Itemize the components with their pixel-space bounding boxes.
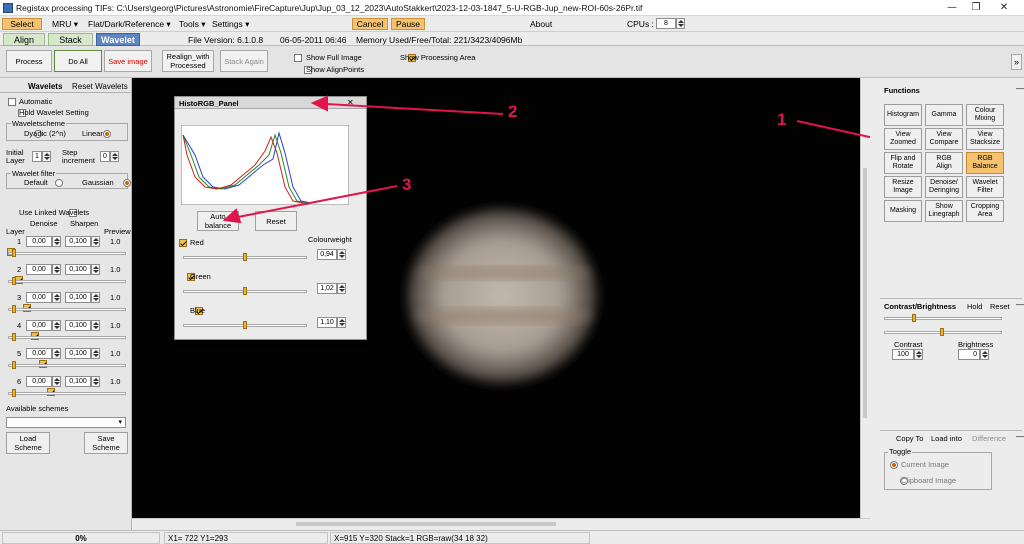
load-into-button[interactable]: Load into xyxy=(931,434,962,443)
progress-bar: 0% xyxy=(2,532,160,544)
clipboard-image-label: Clipboard Image xyxy=(901,476,957,485)
copy-to-button[interactable]: Copy To xyxy=(896,434,923,443)
contrast-input[interactable]: 100 xyxy=(892,349,914,360)
contrast-slider-thumb[interactable] xyxy=(912,314,916,322)
function-denoise-deringing-button[interactable]: Denoise/ Deringing xyxy=(925,176,963,198)
copyto-collapse-icon[interactable]: — xyxy=(1016,432,1024,441)
arrow-3-line xyxy=(237,185,398,218)
annotation-number-3: 3 xyxy=(402,175,412,194)
progress-text: 0% xyxy=(75,534,87,543)
functions-title: Functions xyxy=(884,86,920,95)
function-colour-mixing-button[interactable]: Colour Mixing xyxy=(966,104,1004,126)
contrast-spinner[interactable] xyxy=(914,349,923,360)
function-view-zoomed-button[interactable]: View Zoomed xyxy=(884,128,922,150)
divider xyxy=(880,430,1022,431)
function-view-stacksize-button[interactable]: View Stacksize xyxy=(966,128,1004,150)
current-image-radio[interactable] xyxy=(890,461,898,469)
function-rgb-align-button[interactable]: RGB Align xyxy=(925,152,963,174)
pixel-info: X=915 Y=320 Stack=1 RGB=raw(34 18 32) xyxy=(330,532,590,544)
brightness-label: Brightness xyxy=(958,340,994,349)
function-wavelet-filter-button[interactable]: Wavelet Filter xyxy=(966,176,1004,198)
function-view-compare-button[interactable]: View Compare xyxy=(925,128,963,150)
contrast-collapse-icon[interactable]: — xyxy=(1016,300,1024,309)
function-flip-and-rotate-button[interactable]: Flip and Rotate xyxy=(884,152,922,174)
cursor-coordinates: X1= 722 Y1=293 xyxy=(164,532,328,544)
difference-button[interactable]: Difference xyxy=(972,434,1006,443)
contrast-hold-button[interactable]: Hold xyxy=(967,302,982,311)
brightness-spinner[interactable] xyxy=(980,349,989,360)
arrow-2-head xyxy=(310,95,328,112)
current-image-label: Current Image xyxy=(901,460,949,469)
annotation-number-2: 2 xyxy=(508,102,518,121)
divider xyxy=(880,298,1022,299)
contrast-reset-button[interactable]: Reset xyxy=(990,302,1010,311)
function-rgb-balance-button[interactable]: RGB Balance xyxy=(966,152,1004,174)
arrow-2-line xyxy=(325,103,504,115)
contrast-brightness-title: Contrast/Brightness xyxy=(884,302,957,311)
brightness-input[interactable]: 0 xyxy=(958,349,980,360)
function-show-linegraph-button[interactable]: Show Linegraph xyxy=(925,200,963,222)
right-panel: Functions — Histogram Gamma Colour Mixing V… xyxy=(870,78,1024,530)
function-gamma-button[interactable]: Gamma xyxy=(925,104,963,126)
function-resize-image-button[interactable]: Resize Image xyxy=(884,176,922,198)
function-histogram-button[interactable]: Histogram xyxy=(884,104,922,126)
contrast-label: Contrast xyxy=(894,340,923,349)
arrow-3-head xyxy=(222,208,242,224)
brightness-slider-thumb[interactable] xyxy=(940,328,944,336)
annotation-number-1: 1 xyxy=(777,110,787,129)
contrast-slider-track[interactable] xyxy=(884,317,1002,320)
function-cropping-area-button[interactable]: Cropping Area xyxy=(966,200,1004,222)
functions-collapse-icon[interactable]: — xyxy=(1016,84,1024,93)
function-masking-button[interactable]: Masking xyxy=(884,200,922,222)
toggle-title: Toggle xyxy=(888,447,913,456)
status-bar: 0% X1= 722 Y1=293 X=915 Y=320 Stack=1 RG… xyxy=(0,530,1024,544)
